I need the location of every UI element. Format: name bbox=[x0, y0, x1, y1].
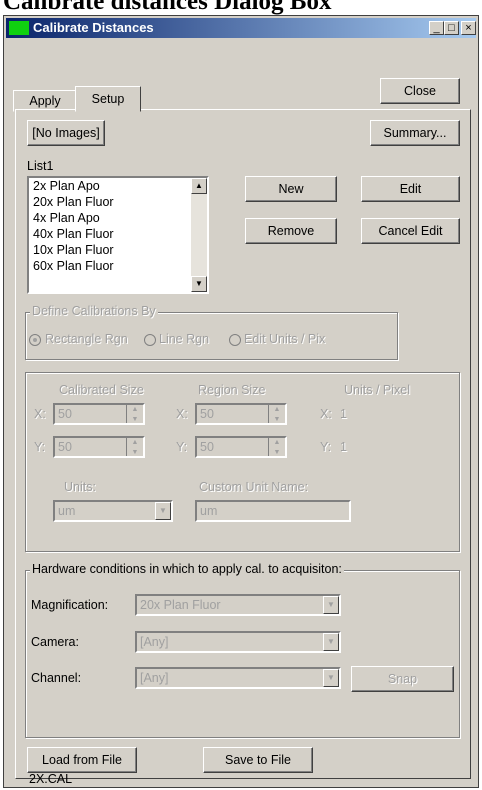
units-value: um bbox=[58, 504, 76, 518]
magnification-value: 20x Plan Fluor bbox=[140, 598, 221, 612]
calibrated-y-value: 50 bbox=[58, 440, 72, 454]
channel-label: Channel: bbox=[31, 671, 82, 685]
title-bar[interactable]: Calibrate Distances _ □ × bbox=[6, 18, 476, 38]
calibration-params-group bbox=[25, 372, 460, 552]
cal-y-spinner[interactable]: ▲ ▼ bbox=[126, 438, 143, 456]
channel-select[interactable]: [Any] ▼ bbox=[135, 667, 341, 689]
load-from-file-button[interactable]: Load from File bbox=[27, 747, 137, 773]
close-window-button[interactable]: × bbox=[461, 21, 476, 35]
calibrate-distances-window: Calibrate Distances _ □ × Apply Setup Cl… bbox=[3, 15, 479, 788]
radio-edit-units-label: Edit Units / Pix bbox=[244, 332, 326, 346]
hardware-legend: Hardware conditions in which to apply ca… bbox=[30, 562, 344, 576]
define-legend: Define Calibrations By bbox=[30, 304, 158, 318]
list-item[interactable]: 20x Plan Fluor bbox=[29, 194, 207, 210]
camera-label: Camera: bbox=[31, 635, 79, 649]
camera-dropdown-icon[interactable]: ▼ bbox=[323, 633, 339, 651]
upp-y-label: Y: bbox=[320, 440, 332, 454]
reg-x-spinner[interactable]: ▲ ▼ bbox=[268, 405, 285, 423]
region-y-value: 50 bbox=[200, 440, 214, 454]
snap-button[interactable]: Snap bbox=[351, 666, 454, 692]
units-select[interactable]: um ▼ bbox=[53, 500, 173, 522]
app-icon bbox=[9, 21, 29, 35]
list-label: List1 bbox=[27, 159, 54, 173]
region-x-value: 50 bbox=[200, 407, 214, 421]
radio-line-label: Line Rgn bbox=[159, 332, 210, 346]
region-y-field[interactable]: 50 ▲ ▼ bbox=[195, 436, 287, 458]
units-label: Units: bbox=[64, 480, 96, 494]
maximize-button[interactable]: □ bbox=[444, 21, 459, 35]
tab-setup[interactable]: Setup bbox=[75, 86, 141, 112]
reg-x-label: X: bbox=[176, 407, 188, 421]
file-name: 2X.CAL bbox=[29, 772, 73, 786]
cal-y-label: Y: bbox=[34, 440, 46, 454]
custom-unit-label: Custom Unit Name: bbox=[199, 480, 309, 494]
cancel-edit-button[interactable]: Cancel Edit bbox=[361, 218, 460, 244]
close-button[interactable]: Close bbox=[380, 78, 460, 104]
units-dropdown-icon[interactable]: ▼ bbox=[155, 502, 171, 520]
page-heading: Calibrate distances Dialog Box bbox=[3, 0, 332, 15]
custom-unit-field[interactable]: um bbox=[195, 500, 351, 522]
scroll-down-icon[interactable]: ▼ bbox=[191, 276, 207, 292]
cal-x-spinner[interactable]: ▲ ▼ bbox=[126, 405, 143, 423]
magnification-dropdown-icon[interactable]: ▼ bbox=[323, 596, 339, 614]
upp-x-label: X: bbox=[320, 407, 332, 421]
list-item[interactable]: 60x Plan Fluor bbox=[29, 258, 207, 274]
channel-dropdown-icon[interactable]: ▼ bbox=[323, 669, 339, 687]
list-item[interactable]: 10x Plan Fluor bbox=[29, 242, 207, 258]
no-images-button[interactable]: [No Images] bbox=[27, 120, 105, 146]
cal-x-label: X: bbox=[34, 407, 46, 421]
magnification-label: Magnification: bbox=[31, 598, 109, 612]
camera-select[interactable]: [Any] ▼ bbox=[135, 631, 341, 653]
units-per-pixel-label: Units / Pixel bbox=[344, 383, 410, 397]
edit-button[interactable]: Edit bbox=[361, 176, 460, 202]
calibration-list[interactable]: 2x Plan Apo 20x Plan Fluor 4x Plan Apo 4… bbox=[27, 176, 209, 294]
reg-y-label: Y: bbox=[176, 440, 188, 454]
window-title: Calibrate Distances bbox=[33, 20, 154, 35]
save-to-file-button[interactable]: Save to File bbox=[203, 747, 313, 773]
list-scrollbar[interactable]: ▲ ▼ bbox=[191, 178, 207, 292]
calibrated-x-field[interactable]: 50 ▲ ▼ bbox=[53, 403, 145, 425]
list-item[interactable]: 40x Plan Fluor bbox=[29, 226, 207, 242]
remove-button[interactable]: Remove bbox=[245, 218, 337, 244]
channel-value: [Any] bbox=[140, 671, 169, 685]
scroll-up-icon[interactable]: ▲ bbox=[191, 178, 207, 194]
calibrated-y-field[interactable]: 50 ▲ ▼ bbox=[53, 436, 145, 458]
region-size-label: Region Size bbox=[198, 383, 266, 397]
upp-x-value: 1 bbox=[340, 407, 347, 421]
radio-rectangle-rgn[interactable] bbox=[29, 334, 41, 346]
reg-y-spinner[interactable]: ▲ ▼ bbox=[268, 438, 285, 456]
magnification-select[interactable]: 20x Plan Fluor ▼ bbox=[135, 594, 341, 616]
minimize-button[interactable]: _ bbox=[429, 21, 444, 35]
radio-rectangle-label: Rectangle Rgn bbox=[45, 332, 128, 346]
region-x-field[interactable]: 50 ▲ ▼ bbox=[195, 403, 287, 425]
calibrated-x-value: 50 bbox=[58, 407, 72, 421]
summary-button[interactable]: Summary... bbox=[370, 120, 460, 146]
new-button[interactable]: New bbox=[245, 176, 337, 202]
list-item[interactable]: 2x Plan Apo bbox=[29, 178, 207, 194]
radio-line-rgn[interactable] bbox=[144, 334, 156, 346]
calibrated-size-label: Calibrated Size bbox=[59, 383, 144, 397]
upp-y-value: 1 bbox=[340, 440, 347, 454]
camera-value: [Any] bbox=[140, 635, 169, 649]
list-item[interactable]: 4x Plan Apo bbox=[29, 210, 207, 226]
radio-edit-units[interactable] bbox=[229, 334, 241, 346]
